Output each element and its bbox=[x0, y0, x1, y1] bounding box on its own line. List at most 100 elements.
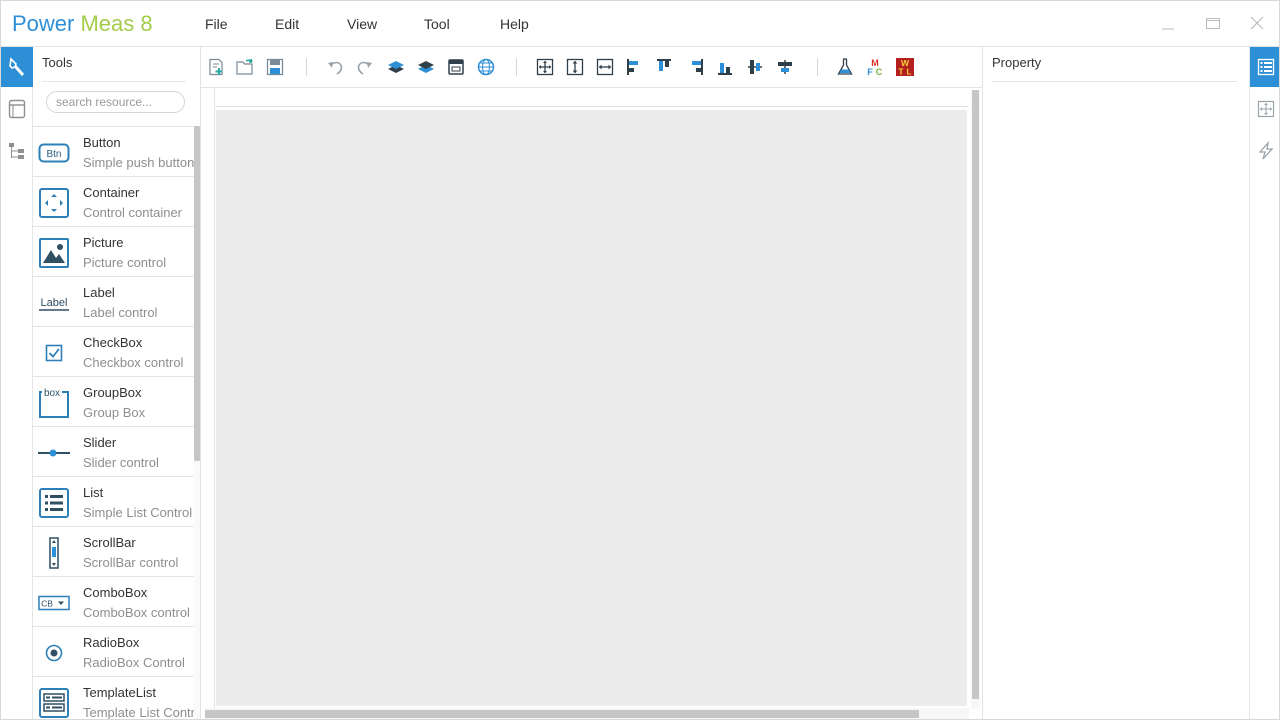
design-surface[interactable] bbox=[216, 110, 967, 706]
tool-name: TemplateList bbox=[83, 685, 156, 700]
tool-item-picture[interactable]: Picture Picture control bbox=[33, 227, 195, 277]
container-icon bbox=[38, 187, 70, 219]
tree-icon bbox=[9, 143, 24, 159]
canvas-horizontal-scrollbar[interactable] bbox=[205, 708, 969, 719]
align-right-button[interactable] bbox=[686, 57, 706, 77]
tool-item-radiobox[interactable]: RadioBox RadioBox Control bbox=[33, 627, 195, 677]
app-logo: Power Meas 8 bbox=[12, 11, 153, 37]
align-top-button[interactable] bbox=[654, 57, 674, 77]
window-icon bbox=[448, 59, 464, 75]
property-panel-title: Property bbox=[992, 55, 1042, 70]
horizontal-ruler bbox=[215, 88, 969, 107]
tools-scrollbar[interactable] bbox=[194, 126, 200, 719]
left-rail bbox=[1, 47, 33, 719]
save-button[interactable] bbox=[265, 57, 285, 77]
menu-file[interactable]: File bbox=[205, 16, 228, 32]
canvas-horizontal-scrollbar-thumb[interactable] bbox=[205, 710, 919, 718]
tool-item-slider[interactable]: Slider Slider control bbox=[33, 427, 195, 477]
bring-to-front-button[interactable] bbox=[386, 57, 406, 77]
tool-name: Button bbox=[83, 135, 121, 150]
tool-name: Picture bbox=[83, 235, 124, 250]
events-icon bbox=[1258, 141, 1274, 160]
canvas-vertical-scrollbar[interactable] bbox=[971, 90, 980, 709]
rail-tools-button[interactable] bbox=[1, 47, 33, 87]
tool-name: ComboBox bbox=[83, 585, 148, 600]
tool-desc: Picture control bbox=[83, 255, 167, 270]
globe-button[interactable] bbox=[476, 57, 496, 77]
align-center-vertical-button[interactable] bbox=[745, 57, 765, 77]
tool-desc: Control container bbox=[83, 205, 182, 220]
align-center-horizontal-button[interactable] bbox=[775, 57, 795, 77]
tool-desc: ScrollBar control bbox=[83, 555, 179, 570]
rail-database-button[interactable] bbox=[1, 89, 33, 129]
tool-item-combobox[interactable]: CB ComboBox ComboBox control bbox=[33, 577, 195, 627]
rail-tree-button[interactable] bbox=[1, 131, 33, 171]
tool-desc: Simple push button bbox=[83, 155, 195, 170]
tool-name: CheckBox bbox=[83, 335, 143, 350]
vertical-ruler bbox=[201, 88, 215, 719]
minimize-button[interactable] bbox=[1158, 13, 1178, 33]
tool-name: Container bbox=[83, 185, 140, 200]
fit-all-button[interactable] bbox=[535, 57, 555, 77]
tools-scrollbar-thumb[interactable] bbox=[194, 126, 200, 461]
redo-button[interactable] bbox=[355, 57, 375, 77]
tool-desc: RadioBox Control bbox=[83, 655, 185, 670]
tool-item-list[interactable]: List Simple List Control bbox=[33, 477, 195, 527]
list-icon bbox=[38, 487, 70, 519]
new-file-icon bbox=[209, 58, 223, 76]
tool-item-container[interactable]: Container Control container bbox=[33, 177, 195, 227]
new-file-button[interactable] bbox=[206, 57, 226, 77]
align-left-button[interactable] bbox=[624, 57, 644, 77]
button-icon-text: Btn bbox=[46, 149, 61, 160]
rail-events-button[interactable] bbox=[1250, 131, 1279, 171]
wtl-icon: W T L bbox=[896, 58, 914, 77]
combobox-icon: CB bbox=[38, 587, 70, 619]
menu-view[interactable]: View bbox=[347, 16, 377, 32]
canvas-vertical-scrollbar-thumb[interactable] bbox=[972, 90, 979, 699]
tool-desc: Simple List Control bbox=[83, 505, 193, 520]
send-to-back-button[interactable] bbox=[416, 57, 436, 77]
tool-item-scrollbar[interactable]: ScrollBar ScrollBar control bbox=[33, 527, 195, 577]
app-logo-part2: Meas 8 bbox=[80, 11, 153, 36]
tools-list: Btn Button Simple push button Container … bbox=[33, 126, 195, 720]
rail-property-list-button[interactable] bbox=[1250, 47, 1279, 87]
resource-search-input[interactable] bbox=[46, 91, 185, 113]
tool-desc: Template List Control bbox=[83, 705, 195, 720]
mfc-icon: M F C bbox=[867, 58, 883, 77]
window-button[interactable] bbox=[446, 57, 466, 77]
maximize-button[interactable] bbox=[1203, 13, 1223, 33]
fit-width-icon bbox=[596, 58, 614, 76]
tool-name: List bbox=[83, 485, 104, 500]
flask-button[interactable] bbox=[835, 57, 855, 77]
fit-width-button[interactable] bbox=[595, 57, 615, 77]
toolbar: M F C W T L bbox=[201, 47, 982, 88]
menu-tool[interactable]: Tool bbox=[424, 16, 450, 32]
toolbar-separator bbox=[817, 58, 818, 76]
mfc-button[interactable]: M F C bbox=[865, 57, 885, 77]
fit-height-button[interactable] bbox=[565, 57, 585, 77]
open-file-button[interactable] bbox=[235, 57, 255, 77]
property-list-icon bbox=[1257, 58, 1275, 76]
menu-help[interactable]: Help bbox=[500, 16, 529, 32]
align-bottom-icon bbox=[718, 63, 732, 75]
menu-edit[interactable]: Edit bbox=[275, 16, 299, 32]
minimize-icon bbox=[1162, 28, 1174, 30]
wtl-button[interactable]: W T L bbox=[895, 57, 915, 77]
save-icon bbox=[266, 58, 284, 76]
database-icon bbox=[8, 99, 26, 119]
align-top-icon bbox=[657, 59, 671, 71]
tool-item-checkbox[interactable]: CheckBox Checkbox control bbox=[33, 327, 195, 377]
align-bottom-button[interactable] bbox=[715, 57, 735, 77]
tool-item-templatelist[interactable]: TemplateList Template List Control bbox=[33, 677, 195, 720]
tool-item-button[interactable]: Btn Button Simple push button bbox=[33, 127, 195, 177]
undo-button[interactable] bbox=[325, 57, 345, 77]
rail-layout-button[interactable] bbox=[1250, 89, 1279, 129]
groupbox-icon: box bbox=[38, 387, 70, 419]
tool-item-label[interactable]: Label Label Label control bbox=[33, 277, 195, 327]
wtl-icon-l: L bbox=[907, 68, 912, 77]
tool-desc: Checkbox control bbox=[83, 355, 184, 370]
tool-item-groupbox[interactable]: box GroupBox Group Box bbox=[33, 377, 195, 427]
tool-desc: Slider control bbox=[83, 455, 159, 470]
close-icon bbox=[1250, 16, 1264, 30]
close-button[interactable] bbox=[1247, 13, 1267, 33]
